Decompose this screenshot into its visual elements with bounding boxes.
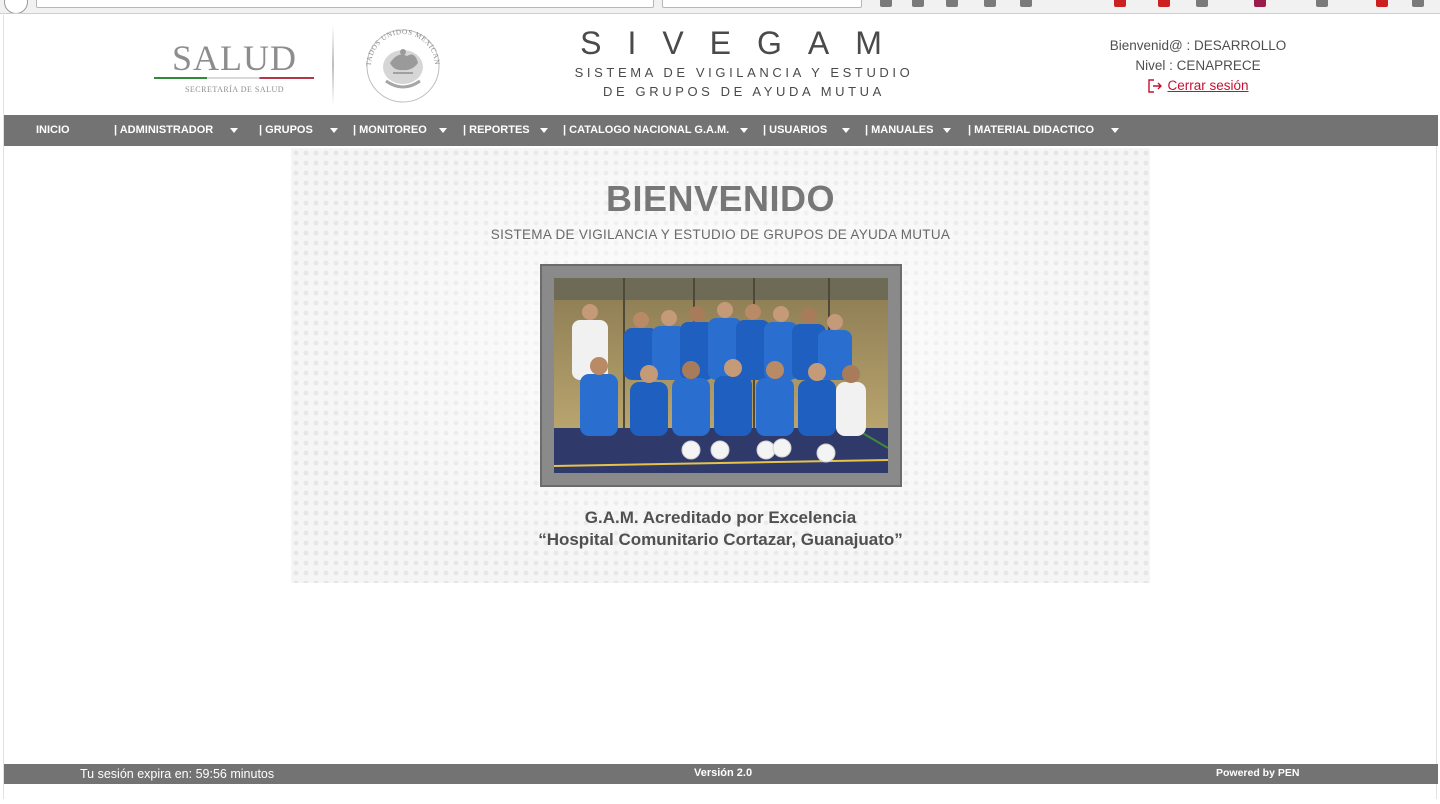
logo-color-bar xyxy=(154,77,314,79)
page: SALUD SECRETARÍA DE SALUD ESTADOS UNIDOS… xyxy=(3,15,1438,799)
system-name-line1: SISTEMA DE VIGILANCIA Y ESTUDIO xyxy=(574,65,914,80)
header-divider xyxy=(332,25,334,105)
bookmark-icon[interactable] xyxy=(880,0,892,7)
caret-down-icon xyxy=(439,128,447,133)
menu-item-material-didactico[interactable]: | MATERIAL DIDACTICO xyxy=(968,115,1119,146)
logo-text: SALUD xyxy=(172,38,298,78)
site-header: SALUD SECRETARÍA DE SALUD ESTADOS UNIDOS… xyxy=(4,15,1438,115)
screenshot-icon[interactable] xyxy=(1196,0,1208,7)
system-name-line2: DE GRUPOS DE AYUDA MUTUA xyxy=(603,84,885,99)
exit-icon xyxy=(1148,79,1163,93)
browser-toolbar xyxy=(0,0,1440,14)
caret-down-icon xyxy=(1111,128,1119,133)
status-footer: Tu sesión expira en: 59:56 minutos Versi… xyxy=(4,764,1438,784)
caret-down-icon xyxy=(540,128,548,133)
version-label: Versión 2.0 xyxy=(694,767,753,779)
caret-down-icon xyxy=(842,128,850,133)
menu-item-administrador[interactable]: | ADMINISTRADOR xyxy=(114,115,238,146)
welcome-user: Bienvenid@ : DESARROLLO xyxy=(1109,38,1287,53)
logo-subtext: SECRETARÍA DE SALUD xyxy=(184,85,285,94)
extension-icon[interactable] xyxy=(1376,0,1388,7)
history-icon[interactable] xyxy=(946,0,958,7)
user-level: Nivel : CENAPRECE xyxy=(1135,58,1261,73)
extension-icon[interactable] xyxy=(1316,0,1328,7)
menu-item-manuales[interactable]: | MANUALES xyxy=(865,115,951,146)
extension-icon[interactable] xyxy=(1158,0,1170,7)
menu-label: | REPORTES xyxy=(463,124,530,136)
menu-label: | GRUPOS xyxy=(259,124,313,136)
menu-item-monitoreo[interactable]: | MONITOREO xyxy=(353,115,447,146)
menu-label: | MANUALES xyxy=(865,124,934,136)
menu-item-catalogo-nacional[interactable]: | CATALOGO NACIONAL G.A.M. xyxy=(563,115,748,146)
caret-down-icon xyxy=(330,128,338,133)
back-button[interactable] xyxy=(4,0,28,13)
caret-down-icon xyxy=(230,128,238,133)
address-bar[interactable] xyxy=(36,0,654,8)
caret-down-icon xyxy=(943,128,951,133)
caption-line1: G.A.M. Acreditado por Excelencia xyxy=(584,508,857,527)
caption-line2: “Hospital Comunitario Cortazar, Guanajua… xyxy=(538,530,903,549)
mexico-seal-icon: ESTADOS UNIDOS MEXICANOS xyxy=(357,17,446,105)
logout-link[interactable]: Cerrar sesión xyxy=(1147,76,1249,96)
session-prefix: Tu sesión expira en: xyxy=(80,767,193,781)
browser-search-bar[interactable] xyxy=(662,0,862,8)
menu-label: | MATERIAL DIDACTICO xyxy=(968,124,1095,136)
welcome-panel: BIENVENIDO SISTEMA DE VIGILANCIA Y ESTUD… xyxy=(291,148,1150,583)
photo-frame xyxy=(540,264,902,487)
welcome-title: BIENVENIDO xyxy=(605,178,836,219)
extension-icon[interactable] xyxy=(1254,0,1266,7)
menu-item-grupos[interactable]: | GRUPOS xyxy=(259,115,338,146)
extension-icon[interactable] xyxy=(1114,0,1126,7)
session-timer: Tu sesión expira en: 59:56 minutos xyxy=(80,767,274,781)
menu-label: | USUARIOS xyxy=(763,124,828,136)
salud-logo: SALUD SECRETARÍA DE SALUD xyxy=(152,35,317,109)
library-icon[interactable] xyxy=(1020,0,1032,7)
menu-icon[interactable] xyxy=(1412,0,1424,7)
group-photo xyxy=(554,278,888,473)
download-icon[interactable] xyxy=(984,0,996,7)
user-info: Bienvenid@ : DESARROLLO Nivel : CENAPREC… xyxy=(1078,36,1318,100)
clipboard-icon[interactable] xyxy=(912,0,924,7)
session-unit: minutos xyxy=(230,767,275,781)
main-menu: INICIO | ADMINISTRADOR | GRUPOS | MONITO… xyxy=(4,115,1438,146)
menu-label: | MONITOREO xyxy=(353,124,427,136)
menu-item-reportes[interactable]: | REPORTES xyxy=(463,115,548,146)
system-acronym: SIVEGAM xyxy=(580,25,908,61)
menu-item-inicio[interactable]: INICIO xyxy=(36,115,70,146)
welcome-subtitle: SISTEMA DE VIGILANCIA Y ESTUDIO DE GRUPO… xyxy=(490,227,951,242)
menu-label: | CATALOGO NACIONAL G.A.M. xyxy=(563,124,730,136)
session-time: 59:56 xyxy=(195,767,227,781)
powered-by-label: Powered by PEN xyxy=(1216,767,1300,779)
logout-label: Cerrar sesión xyxy=(1167,78,1249,93)
menu-item-usuarios[interactable]: | USUARIOS xyxy=(763,115,850,146)
menu-label: | ADMINISTRADOR xyxy=(114,124,214,136)
menu-label: INICIO xyxy=(36,124,70,136)
caret-down-icon xyxy=(740,128,748,133)
